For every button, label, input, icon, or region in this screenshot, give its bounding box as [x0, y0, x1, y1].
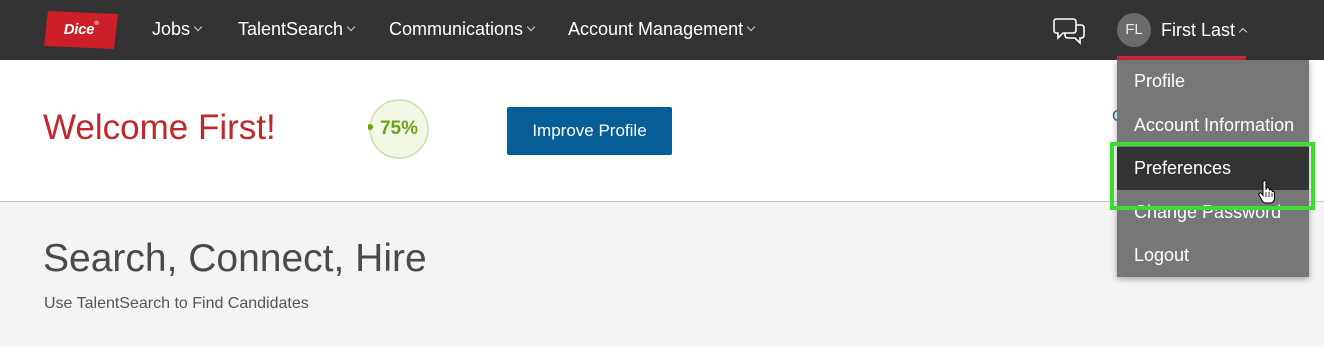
nav-jobs[interactable]: Jobs — [152, 18, 203, 40]
top-navigation-bar: Dice® Jobs TalentSearch Communications A… — [0, 0, 1324, 60]
chevron-up-icon — [1238, 27, 1248, 37]
chat-bubbles-icon[interactable] — [1053, 15, 1085, 45]
hero-subtitle: Use TalentSearch to Find Candidates — [44, 295, 309, 312]
hero-title: Search, Connect, Hire — [43, 237, 427, 280]
menu-item-preferences[interactable]: Preferences — [1117, 147, 1309, 190]
dice-logo[interactable]: Dice® — [44, 11, 118, 49]
nav-talentsearch-label: TalentSearch — [238, 19, 344, 39]
user-name: First Last — [1161, 19, 1248, 41]
nav-talentsearch[interactable]: TalentSearch — [238, 18, 356, 40]
menu-item-logout[interactable]: Logout — [1117, 234, 1309, 277]
avatar: FL — [1117, 13, 1151, 47]
menu-item-change-password[interactable]: Change Password — [1117, 191, 1309, 234]
profile-completion-value: 75% — [379, 118, 419, 139]
menu-item-account-information[interactable]: Account Information — [1117, 104, 1309, 147]
menu-item-profile[interactable]: Profile — [1117, 60, 1309, 103]
chevron-down-icon — [193, 22, 203, 32]
improve-profile-button[interactable]: Improve Profile — [507, 107, 672, 155]
user-dropdown-menu: Profile Account Information Preferences … — [1117, 60, 1309, 277]
nav-communications-label: Communications — [389, 19, 524, 39]
user-menu-toggle[interactable]: FL First Last — [1117, 0, 1248, 60]
welcome-heading: Welcome First! — [43, 108, 276, 147]
chevron-down-icon — [526, 22, 536, 32]
chevron-down-icon — [746, 22, 756, 32]
logo-text: Dice® — [63, 21, 99, 38]
nav-communications[interactable]: Communications — [389, 18, 536, 40]
chevron-down-icon — [346, 22, 356, 32]
nav-jobs-label: Jobs — [152, 19, 191, 39]
nav-account-management-label: Account Management — [568, 19, 744, 39]
nav-account-management[interactable]: Account Management — [568, 18, 756, 40]
